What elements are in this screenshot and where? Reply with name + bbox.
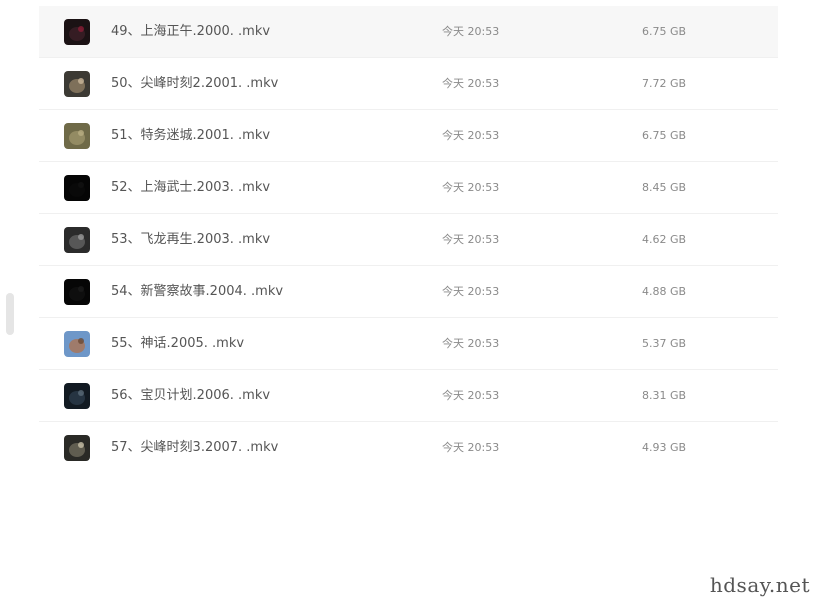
file-name: 55、神话.2005. .mkv	[111, 336, 245, 351]
video-thumbnail	[64, 331, 90, 357]
video-thumbnail	[64, 175, 90, 201]
file-name: 52、上海武士.2003. .mkv	[111, 180, 271, 195]
video-thumbnail	[64, 435, 90, 461]
file-size: 4.88 GB	[642, 285, 687, 298]
video-thumbnail	[64, 123, 90, 149]
file-row[interactable]: 54、新警察故事.2004. .mkv 今天 20:53 4.88 GB	[39, 266, 778, 318]
file-size: 4.93 GB	[642, 441, 687, 454]
file-list-page: 49、上海正午.2000. .mkv 今天 20:53 6.75 GB 50、尖…	[0, 0, 817, 603]
video-thumbnail	[64, 227, 90, 253]
file-size: 5.37 GB	[642, 337, 687, 350]
video-thumbnail	[64, 279, 90, 305]
file-modified-date: 今天 20:53	[442, 389, 500, 402]
file-name: 56、宝贝计划.2006. .mkv	[111, 388, 271, 403]
file-size: 8.31 GB	[642, 389, 687, 402]
file-modified-date: 今天 20:53	[442, 25, 500, 38]
file-size: 8.45 GB	[642, 181, 687, 194]
file-row[interactable]: 56、宝贝计划.2006. .mkv 今天 20:53 8.31 GB	[39, 370, 778, 422]
file-modified-date: 今天 20:53	[442, 77, 500, 90]
file-modified-date: 今天 20:53	[442, 337, 500, 350]
file-size: 7.72 GB	[642, 77, 687, 90]
file-modified-date: 今天 20:53	[442, 129, 500, 142]
file-row[interactable]: 49、上海正午.2000. .mkv 今天 20:53 6.75 GB	[39, 6, 778, 58]
thumbnail-image	[64, 71, 90, 97]
file-size: 4.62 GB	[642, 233, 687, 246]
file-name: 50、尖峰时刻2.2001. .mkv	[111, 76, 279, 91]
video-thumbnail	[64, 383, 90, 409]
file-row[interactable]: 53、飞龙再生.2003. .mkv 今天 20:53 4.62 GB	[39, 214, 778, 266]
file-modified-date: 今天 20:53	[442, 181, 500, 194]
scrollbar-handle[interactable]	[6, 293, 14, 335]
file-name: 57、尖峰时刻3.2007. .mkv	[111, 440, 279, 455]
file-row[interactable]: 50、尖峰时刻2.2001. .mkv 今天 20:53 7.72 GB	[39, 58, 778, 110]
file-row[interactable]: 57、尖峰时刻3.2007. .mkv 今天 20:53 4.93 GB	[39, 422, 778, 474]
watermark: hdsay.net	[709, 573, 810, 597]
file-name: 51、特务迷城.2001. .mkv	[111, 128, 271, 143]
thumbnail-image	[64, 331, 90, 357]
file-name: 53、飞龙再生.2003. .mkv	[111, 232, 271, 247]
thumbnail-image	[64, 227, 90, 253]
file-modified-date: 今天 20:53	[442, 441, 500, 454]
file-list: 49、上海正午.2000. .mkv 今天 20:53 6.75 GB 50、尖…	[39, 6, 778, 474]
thumbnail-image	[64, 383, 90, 409]
video-thumbnail	[64, 71, 90, 97]
thumbnail-image	[64, 19, 90, 45]
file-name: 49、上海正午.2000. .mkv	[111, 24, 271, 39]
file-row[interactable]: 51、特务迷城.2001. .mkv 今天 20:53 6.75 GB	[39, 110, 778, 162]
file-modified-date: 今天 20:53	[442, 233, 500, 246]
file-size: 6.75 GB	[642, 25, 687, 38]
thumbnail-image	[64, 123, 90, 149]
file-row[interactable]: 55、神话.2005. .mkv 今天 20:53 5.37 GB	[39, 318, 778, 370]
file-name: 54、新警察故事.2004. .mkv	[111, 284, 284, 299]
file-size: 6.75 GB	[642, 129, 687, 142]
thumbnail-image	[64, 175, 90, 201]
thumbnail-image	[64, 435, 90, 461]
file-row[interactable]: 52、上海武士.2003. .mkv 今天 20:53 8.45 GB	[39, 162, 778, 214]
thumbnail-image	[64, 279, 90, 305]
video-thumbnail	[64, 19, 90, 45]
file-modified-date: 今天 20:53	[442, 285, 500, 298]
